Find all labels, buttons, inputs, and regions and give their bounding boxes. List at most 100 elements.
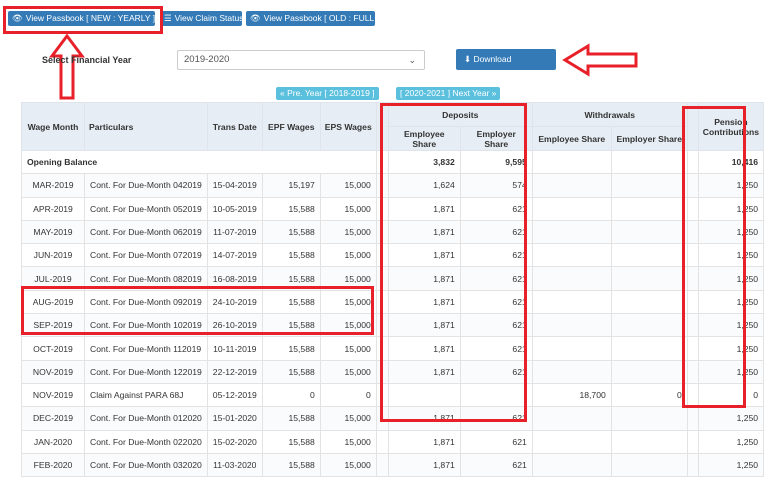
row-dep-employee: 1,871 bbox=[387, 429, 461, 454]
opening-pension: 10,416 bbox=[697, 149, 765, 175]
row-eps-wages: 15,000 bbox=[319, 243, 377, 268]
row-eps-wages: 15,000 bbox=[319, 452, 377, 478]
download-icon: ⬇ bbox=[464, 54, 472, 64]
row-wage-month: MAY-2019 bbox=[21, 219, 85, 245]
header-particulars: Particulars bbox=[84, 102, 208, 151]
row-particulars: Cont. For Due-Month 092019 bbox=[84, 289, 208, 315]
row-wd-employer bbox=[610, 266, 688, 291]
header-dep-employer-share: Employer Share bbox=[459, 126, 533, 151]
table-row: JUL-2019 Cont. For Due-Month 082019 16-08-… bbox=[21, 266, 765, 291]
row-wd-employer bbox=[610, 452, 688, 478]
financial-year-select[interactable]: 2019-2020 ⌄ bbox=[177, 50, 425, 70]
row-pension: 1,250 bbox=[697, 289, 765, 315]
row-trans-date: 10-11-2019 bbox=[206, 336, 263, 361]
row-epf-wages: 15,588 bbox=[261, 243, 321, 268]
row-wd-employee bbox=[531, 359, 612, 384]
spacer-cell bbox=[375, 173, 389, 198]
table-row: NOV-2019 Claim Against PARA 68J 05-12-2019… bbox=[21, 382, 765, 408]
row-wage-month: JUN-2019 bbox=[21, 243, 85, 268]
row-trans-date: 14-07-2019 bbox=[206, 243, 263, 268]
row-trans-date: 22-12-2019 bbox=[206, 359, 263, 384]
header-trans-date: Trans Date bbox=[206, 102, 263, 151]
table-row: APR-2019 Cont. For Due-Month 052019 10-05-… bbox=[21, 196, 765, 221]
row-trans-date: 11-03-2020 bbox=[206, 452, 263, 478]
view-passbook-old-button[interactable]: 👁 View Passbook [ OLD : FULL ] bbox=[246, 11, 379, 26]
header-dep-employee-share: Employee Share bbox=[387, 126, 461, 151]
row-particulars: Cont. For Due-Month 012020 bbox=[84, 406, 208, 431]
view-passbook-old-label: View Passbook [ OLD : FULL ] bbox=[263, 13, 379, 23]
row-wd-employer bbox=[610, 429, 688, 454]
spacer-cell bbox=[375, 219, 389, 245]
row-epf-wages: 0 bbox=[261, 382, 321, 408]
download-passbook-button[interactable]: ⬇ Download Passbook bbox=[456, 49, 556, 85]
row-dep-employer: 621 bbox=[459, 452, 533, 478]
prev-year-button[interactable]: « Pre. Year [ 2018-2019 ] bbox=[276, 87, 379, 100]
row-eps-wages: 15,000 bbox=[319, 173, 377, 198]
table-row: FEB-2020 Cont. For Due-Month 032020 11-03-… bbox=[21, 452, 765, 478]
row-trans-date: 15-01-2020 bbox=[206, 406, 263, 431]
row-dep-employee: 1,624 bbox=[387, 173, 461, 198]
financial-year-label: Select Financial Year bbox=[42, 55, 132, 65]
row-pension: 1,250 bbox=[697, 266, 765, 291]
row-particulars: Cont. For Due-Month 032020 bbox=[84, 452, 208, 478]
header-eps-wages: EPS Wages bbox=[319, 102, 377, 151]
header-deposits: Deposits bbox=[387, 102, 533, 127]
row-pension: 1,250 bbox=[697, 452, 765, 478]
view-passbook-new-label: View Passbook [ NEW : YEARLY ] bbox=[25, 13, 156, 23]
row-dep-employer: 574 bbox=[459, 173, 533, 198]
row-particulars: Cont. For Due-Month 072019 bbox=[84, 243, 208, 268]
row-trans-date: 05-12-2019 bbox=[206, 382, 263, 408]
passbook-table: Wage Month Particulars Trans Date EPF Wa… bbox=[21, 102, 765, 478]
row-wage-month: FEB-2020 bbox=[21, 452, 85, 478]
opening-dep-employer: 9,595 bbox=[459, 149, 533, 175]
row-trans-date: 15-02-2020 bbox=[206, 429, 263, 454]
row-epf-wages: 15,588 bbox=[261, 452, 321, 478]
row-wd-employee bbox=[531, 266, 612, 291]
view-passbook-new-button[interactable]: 👁 View Passbook [ NEW : YEARLY ] bbox=[8, 11, 155, 26]
row-wd-employer bbox=[610, 243, 688, 268]
row-particulars: Cont. For Due-Month 102019 bbox=[84, 313, 208, 338]
row-epf-wages: 15,588 bbox=[261, 196, 321, 221]
header-withdrawals: Withdrawals bbox=[531, 102, 688, 127]
view-claim-status-button[interactable]: ☰ View Claim Status bbox=[160, 11, 244, 26]
spacer-cell bbox=[375, 452, 389, 478]
table-row: NOV-2019 Cont. For Due-Month 122019 22-12-… bbox=[21, 359, 765, 384]
chevron-down-icon: ⌄ bbox=[408, 55, 416, 65]
row-dep-employer: 621 bbox=[459, 266, 533, 291]
spacer-cell bbox=[686, 219, 699, 245]
row-trans-date: 11-07-2019 bbox=[206, 219, 263, 245]
row-dep-employee: 1,871 bbox=[387, 452, 461, 478]
row-eps-wages: 15,000 bbox=[319, 429, 377, 454]
row-dep-employee: 1,871 bbox=[387, 219, 461, 245]
opening-wd-employer bbox=[610, 149, 688, 175]
spacer-cell bbox=[686, 173, 699, 198]
row-pension: 0 bbox=[697, 382, 765, 408]
row-particulars: Cont. For Due-Month 082019 bbox=[84, 266, 208, 291]
row-dep-employee: 1,871 bbox=[387, 196, 461, 221]
opening-balance-row: Opening Balance 3,832 9,595 10,416 bbox=[21, 149, 765, 175]
row-particulars: Cont. For Due-Month 042019 bbox=[84, 173, 208, 198]
view-claim-status-label: View Claim Status bbox=[174, 13, 244, 23]
row-dep-employer: 621 bbox=[459, 243, 533, 268]
table-row: JUN-2019 Cont. For Due-Month 072019 14-07-… bbox=[21, 243, 765, 268]
next-year-button[interactable]: [ 2020-2021 ] Next Year » bbox=[396, 87, 501, 100]
left-arrow-annotation bbox=[562, 43, 638, 77]
row-wage-month: JAN-2020 bbox=[21, 429, 85, 454]
row-wage-month: APR-2019 bbox=[21, 196, 85, 221]
row-dep-employer: 621 bbox=[459, 313, 533, 338]
row-eps-wages: 15,000 bbox=[319, 406, 377, 431]
row-wd-employee bbox=[531, 173, 612, 198]
row-wd-employer bbox=[610, 313, 688, 338]
spacer-cell bbox=[375, 289, 389, 315]
row-dep-employer: 621 bbox=[459, 336, 533, 361]
row-wd-employer bbox=[610, 289, 688, 315]
row-dep-employer: 621 bbox=[459, 406, 533, 431]
spacer-cell bbox=[686, 429, 699, 454]
row-wd-employee bbox=[531, 196, 612, 221]
table-row: MAY-2019 Cont. For Due-Month 062019 11-07-… bbox=[21, 219, 765, 245]
row-eps-wages: 15,000 bbox=[319, 359, 377, 384]
row-pension: 1,250 bbox=[697, 219, 765, 245]
spacer-cell bbox=[686, 406, 699, 431]
spacer-cell bbox=[686, 289, 699, 315]
row-dep-employer: 621 bbox=[459, 219, 533, 245]
